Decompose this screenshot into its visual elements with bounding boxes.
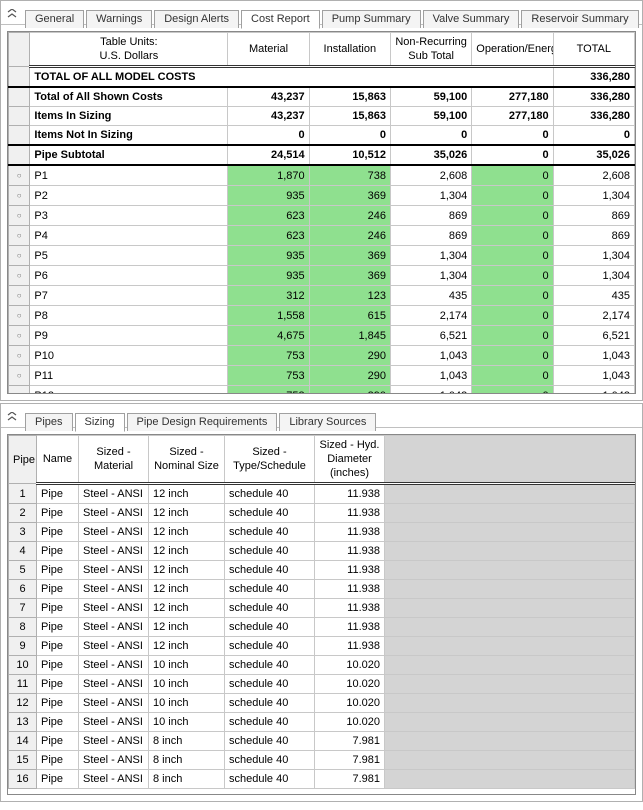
sizing-row[interactable]: 1PipeSteel - ANSI12 inchschedule 4011.93…	[9, 484, 635, 504]
summary-row[interactable]: Pipe Subtotal24,51410,51235,026035,026	[9, 145, 635, 165]
sizing-row[interactable]: 11PipeSteel - ANSI10 inchschedule 4010.0…	[9, 675, 635, 694]
pipe-row[interactable]: ○P69353691,30401,304	[9, 266, 635, 286]
sizing-row[interactable]: 8PipeSteel - ANSI12 inchschedule 4011.93…	[9, 618, 635, 637]
sizing-row[interactable]: 13PipeSteel - ANSI10 inchschedule 4010.0…	[9, 713, 635, 732]
top-tab-bar: GeneralWarningsDesign AlertsCost ReportP…	[1, 1, 642, 25]
pipe-row[interactable]: ○P11,8707382,60802,608	[9, 165, 635, 186]
cost-report-table: Table Units: U.S. Dollars Material Insta…	[8, 32, 635, 393]
col-total[interactable]: TOTAL	[553, 33, 634, 67]
col-name[interactable]: Name	[37, 436, 79, 484]
summary-row[interactable]: Items In Sizing43,23715,86359,100277,180…	[9, 107, 635, 126]
summary-row[interactable]: Items Not In Sizing00000	[9, 126, 635, 146]
collapse-bottom-icon[interactable]	[3, 407, 21, 427]
sizing-row[interactable]: 5PipeSteel - ANSI12 inchschedule 4011.93…	[9, 561, 635, 580]
pipe-row[interactable]: ○P29353691,30401,304	[9, 186, 635, 206]
sizing-panel: PipesSizingPipe Design RequirementsLibra…	[0, 403, 643, 802]
pipe-row[interactable]: ○P36232468690869	[9, 206, 635, 226]
sizing-row[interactable]: 15PipeSteel - ANSI8 inchschedule 407.981	[9, 751, 635, 770]
sizing-row[interactable]: 14PipeSteel - ANSI8 inchschedule 407.981	[9, 732, 635, 751]
sizing-row[interactable]: 2PipeSteel - ANSI12 inchschedule 4011.93…	[9, 504, 635, 523]
sizing-table: Pipe Name Sized - Material Sized - Nomin…	[8, 435, 635, 789]
col-installation[interactable]: Installation	[309, 33, 390, 67]
col-material[interactable]: Material	[228, 33, 309, 67]
col-units[interactable]: Table Units: U.S. Dollars	[30, 33, 228, 67]
sizing-row[interactable]: 3PipeSteel - ANSI12 inchschedule 4011.93…	[9, 523, 635, 542]
sizing-row[interactable]: 6PipeSteel - ANSI12 inchschedule 4011.93…	[9, 580, 635, 599]
pipe-row[interactable]: ○P107532901,04301,043	[9, 346, 635, 366]
pipe-row[interactable]: ○P46232468690869	[9, 226, 635, 246]
pipe-row[interactable]: ○P127532901,04301,043	[9, 386, 635, 394]
pipe-row[interactable]: ○P73121234350435	[9, 286, 635, 306]
col-operation-energy[interactable]: Operation/Energy	[472, 33, 553, 67]
sizing-row[interactable]: 12PipeSteel - ANSI10 inchschedule 4010.0…	[9, 694, 635, 713]
bottom-tab-bar: PipesSizingPipe Design RequirementsLibra…	[1, 404, 642, 428]
collapse-top-icon[interactable]	[3, 4, 21, 24]
filler-col	[385, 436, 635, 484]
cost-report-panel: GeneralWarningsDesign AlertsCost ReportP…	[0, 0, 643, 401]
row-header-blank	[9, 33, 30, 67]
sizing-row[interactable]: 10PipeSteel - ANSI10 inchschedule 4010.0…	[9, 656, 635, 675]
col-pipe-index[interactable]: Pipe	[9, 436, 37, 484]
col-sized-nominal[interactable]: Sized - Nominal Size	[149, 436, 225, 484]
pipe-row[interactable]: ○P81,5586152,17402,174	[9, 306, 635, 326]
col-nonrecurring[interactable]: Non-Recurring Sub Total	[390, 33, 471, 67]
pipe-row[interactable]: ○P117532901,04301,043	[9, 366, 635, 386]
summary-row[interactable]: Total of All Shown Costs43,23715,86359,1…	[9, 87, 635, 107]
col-sized-material[interactable]: Sized - Material	[79, 436, 149, 484]
col-sized-diameter[interactable]: Sized - Hyd. Diameter (inches)	[315, 436, 385, 484]
pipe-row[interactable]: ○P94,6751,8456,52106,521	[9, 326, 635, 346]
sizing-row[interactable]: 4PipeSteel - ANSI12 inchschedule 4011.93…	[9, 542, 635, 561]
pipe-row[interactable]: ○P59353691,30401,304	[9, 246, 635, 266]
col-sized-type[interactable]: Sized - Type/Schedule	[225, 436, 315, 484]
sizing-row[interactable]: 9PipeSteel - ANSI12 inchschedule 4011.93…	[9, 637, 635, 656]
summary-row[interactable]: TOTAL OF ALL MODEL COSTS336,280	[9, 67, 635, 88]
sizing-row[interactable]: 7PipeSteel - ANSI12 inchschedule 4011.93…	[9, 599, 635, 618]
sizing-row[interactable]: 16PipeSteel - ANSI8 inchschedule 407.981	[9, 770, 635, 789]
